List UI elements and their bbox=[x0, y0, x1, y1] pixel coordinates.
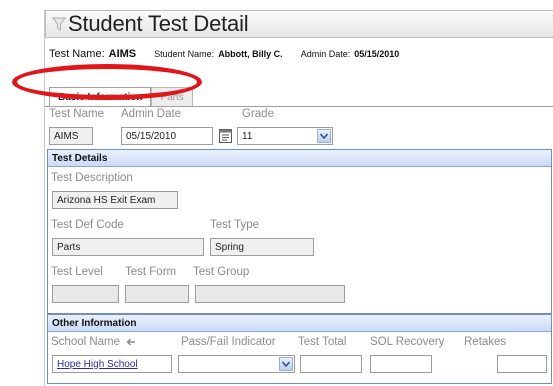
test-group-label: Test Group bbox=[193, 266, 250, 278]
page-title: Student Test Detail bbox=[68, 11, 249, 36]
tab-divider bbox=[45, 106, 553, 107]
test-type-field[interactable]: Spring bbox=[210, 238, 314, 256]
funnel-icon bbox=[52, 17, 66, 31]
pass-fail-select[interactable] bbox=[178, 355, 295, 373]
arrow-left-icon[interactable] bbox=[126, 338, 136, 346]
test-description-field[interactable]: Arizona HS Exit Exam bbox=[52, 191, 178, 209]
test-level-field[interactable] bbox=[52, 285, 119, 303]
test-description-label: Test Description bbox=[51, 172, 133, 184]
tab-basic-information[interactable]: Basic Information bbox=[49, 87, 152, 106]
tab-parts[interactable]: Parts bbox=[151, 87, 193, 106]
test-details-header: Test Details bbox=[48, 150, 551, 167]
test-level-label: Test Level bbox=[51, 266, 103, 278]
admin-date-label: Admin Date bbox=[121, 108, 182, 120]
other-information-header: Other Information bbox=[48, 315, 551, 332]
test-total-label: Test Total bbox=[298, 336, 347, 348]
retakes-field[interactable] bbox=[497, 355, 547, 373]
school-name-label: School Name bbox=[51, 336, 136, 348]
chevron-down-icon[interactable] bbox=[317, 129, 331, 143]
admin-date-field[interactable]: 05/15/2010 bbox=[121, 127, 213, 145]
test-summary-line: Test Name: AIMS Student Name: Abbott, Bi… bbox=[49, 48, 399, 64]
retakes-label: Retakes bbox=[464, 336, 507, 348]
test-type-label: Test Type bbox=[210, 219, 260, 231]
test-form-field[interactable] bbox=[125, 285, 189, 303]
test-def-code-label: Test Def Code bbox=[51, 219, 124, 231]
student-name-caption: Student Name: bbox=[154, 49, 215, 59]
test-total-field[interactable] bbox=[300, 355, 362, 373]
chevron-down-icon[interactable] bbox=[279, 357, 293, 371]
grade-select[interactable]: 11 bbox=[237, 127, 333, 145]
school-name-label-text: School Name bbox=[51, 336, 121, 348]
test-name-caption: Test Name: bbox=[49, 48, 105, 60]
admin-date-caption: Admin Date: bbox=[300, 49, 351, 59]
sol-recovery-field[interactable] bbox=[370, 355, 432, 373]
test-name-text: AIMS bbox=[108, 48, 137, 60]
tab-strip: Basic Information Parts bbox=[49, 86, 193, 106]
pass-fail-label: Pass/Fail Indicator bbox=[181, 336, 276, 348]
admin-date-text: 05/15/2010 bbox=[354, 49, 400, 59]
grade-label: Grade bbox=[242, 108, 274, 120]
student-test-detail-window: Student Test Detail Test Name: AIMS Stud… bbox=[44, 10, 553, 386]
test-name-label: Test Name bbox=[49, 108, 104, 120]
other-information-section: Other Information bbox=[47, 314, 552, 384]
title-bar: Student Test Detail bbox=[45, 10, 553, 38]
student-name-text: Abbott, Billy C. bbox=[218, 49, 283, 59]
calendar-icon[interactable] bbox=[219, 128, 232, 143]
test-form-label: Test Form bbox=[125, 266, 177, 278]
school-name-link[interactable]: Hope High School bbox=[57, 359, 138, 370]
school-name-field[interactable]: Hope High School bbox=[52, 355, 172, 373]
sol-recovery-label: SOL Recovery bbox=[370, 336, 445, 348]
test-def-code-field[interactable]: Parts bbox=[52, 238, 204, 256]
test-name-field[interactable]: AIMS bbox=[49, 127, 93, 145]
test-group-field[interactable] bbox=[195, 285, 345, 303]
grade-select-value: 11 bbox=[242, 130, 253, 142]
